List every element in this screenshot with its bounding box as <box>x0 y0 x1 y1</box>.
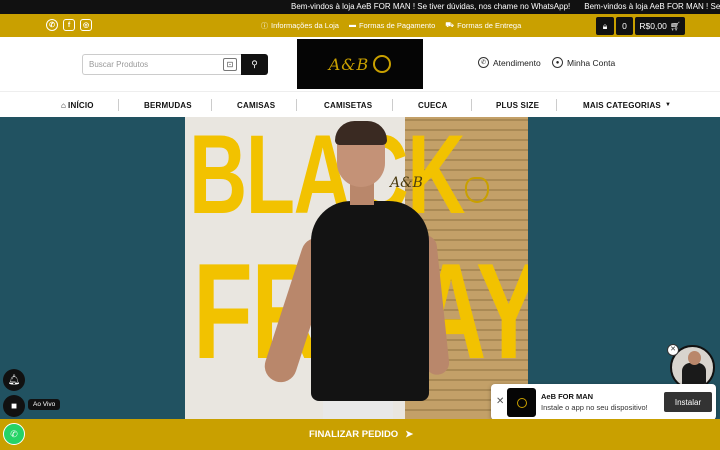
close-install-icon[interactable]: ✕ <box>496 396 504 407</box>
header: Buscar Produtos ⊡ ⚲ A&B ✆ Atendimento ● … <box>0 37 720 91</box>
hero-banner[interactable]: BLACK FRIDAY A&B <box>0 117 720 419</box>
minha-conta-label: Minha Conta <box>567 57 616 68</box>
announcement-text: Bem-vindos à loja AeB FOR MAN ! Se tiver… <box>291 2 571 11</box>
store-info-link[interactable]: ⓘ Informações da Loja <box>261 21 339 31</box>
cart-count: 0 <box>622 21 627 31</box>
search-form: Buscar Produtos ⊡ ⚲ <box>82 54 268 75</box>
delivery-methods-link[interactable]: ⛟ Formas de Entrega <box>445 21 521 30</box>
whatsapp-icon: ✆ <box>10 428 18 439</box>
nav-item-mais-categorias[interactable]: MAIS CATEGORIAS ▼ <box>583 92 671 118</box>
atendimento-label: Atendimento <box>493 57 541 68</box>
nav-item-plus-size[interactable]: PLUS SIZE <box>496 92 539 118</box>
lion-watermark-icon <box>465 177 489 203</box>
thumbnail-head <box>688 351 701 365</box>
cart-icon: 🛒︎ <box>669 20 681 31</box>
nav-item-bermudas[interactable]: BERMUDAS <box>144 92 192 118</box>
main-nav: ⌂ INÍCIO BERMUDAS CAMISAS CAMISETAS CUEC… <box>0 91 720 117</box>
delivery-methods-label: Formas de Entrega <box>457 21 522 30</box>
social-links: ✆ f ◎ <box>46 19 92 31</box>
nav-label-camisetas: CAMISETAS <box>324 100 373 110</box>
lock-icon: 🔒︎ <box>602 20 608 31</box>
nav-divider <box>392 99 393 111</box>
search-button[interactable]: ⚲ <box>241 54 268 75</box>
search-placeholder: Buscar Produtos <box>89 60 149 69</box>
cart-total: R$0,00 <box>639 21 667 31</box>
store-logo[interactable]: A&B <box>297 39 423 89</box>
nav-item-camisetas[interactable]: CAMISETAS <box>324 92 372 118</box>
finalize-order-button[interactable]: FINALIZAR PEDIDO ➤ <box>309 419 413 450</box>
banner-image[interactable]: BLACK FRIDAY A&B <box>185 117 528 419</box>
truck-icon: ⛟ <box>445 22 455 29</box>
user-icon: ● <box>552 57 563 68</box>
install-button[interactable]: Instalar <box>664 392 712 412</box>
nav-item-cueca[interactable]: CUECA <box>418 92 447 118</box>
announcement-bar: Bem-vindos à loja AeB FOR MAN ! Se tiver… <box>0 0 720 14</box>
nav-label-camisas: CAMISAS <box>237 100 276 110</box>
top-bar: ✆ f ◎ ⓘ Informações da Loja ▬ Formas de … <box>0 14 720 37</box>
search-input[interactable]: Buscar Produtos ⊡ <box>82 54 241 75</box>
notification-bell-button[interactable]: 🔔︎ <box>3 369 25 391</box>
install-app-name: AeB FOR MAN <box>541 392 594 401</box>
atendimento-link[interactable]: ✆ Atendimento <box>478 57 541 68</box>
nav-divider <box>211 99 212 111</box>
announcement-marquee: Bem-vindos à loja AeB FOR MAN ! Se tiver… <box>291 0 720 14</box>
nav-divider <box>296 99 297 111</box>
store-info-label: Informações da Loja <box>271 21 339 30</box>
instagram-icon[interactable]: ◎ <box>80 19 92 31</box>
nav-label-bermudas: BERMUDAS <box>144 100 192 110</box>
video-camera-icon: ■ <box>10 400 18 412</box>
model-shirt <box>311 201 429 401</box>
minha-conta-link[interactable]: ● Minha Conta <box>552 57 615 68</box>
banner-watermark: A&B <box>390 175 423 191</box>
install-app-description: Instale o app no seu dispositivo! <box>541 403 648 412</box>
live-label: Ao Vivo <box>28 399 61 410</box>
announcement-text-repeat: Bem-vindos à loja AeB FOR MAN ! Se tiver… <box>584 2 720 11</box>
card-icon: ▬ <box>348 22 356 29</box>
payment-methods-link[interactable]: ▬ Formas de Pagamento <box>349 21 435 30</box>
whatsapp-icon: ✆ <box>478 57 489 68</box>
nav-label-mais-categorias: MAIS CATEGORIAS <box>583 100 661 110</box>
close-thumbnail-icon[interactable]: ✕ <box>667 344 679 356</box>
nav-item-camisas[interactable]: CAMISAS <box>237 92 275 118</box>
caret-down-icon: ▼ <box>664 102 672 108</box>
nav-label-plus-size: PLUS SIZE <box>496 100 540 110</box>
cart-button[interactable]: R$0,00 🛒︎ <box>635 17 685 35</box>
nav-item-inicio[interactable]: ⌂ INÍCIO <box>61 92 94 118</box>
whatsapp-float-button[interactable]: ✆ <box>3 423 25 445</box>
live-video-button[interactable]: ■ <box>3 395 25 417</box>
nav-label-inicio: INÍCIO <box>68 100 94 110</box>
top-links: ⓘ Informações da Loja ▬ Formas de Pagame… <box>261 14 521 37</box>
lock-button[interactable]: 🔒︎ <box>596 17 614 35</box>
lion-logo-icon <box>373 55 392 73</box>
nav-divider <box>556 99 557 111</box>
home-icon: ⌂ <box>61 100 67 110</box>
app-icon <box>507 388 536 417</box>
nav-divider <box>471 99 472 111</box>
info-icon: ⓘ <box>261 22 268 30</box>
nav-label-cueca: CUECA <box>418 100 448 110</box>
model-hair <box>335 121 387 145</box>
finalize-order-bar[interactable]: FINALIZAR PEDIDO ➤ <box>0 419 720 450</box>
logo-text: A&B <box>328 54 370 74</box>
bell-icon: 🔔︎ <box>7 374 21 386</box>
send-icon: ➤ <box>405 429 414 440</box>
whatsapp-icon[interactable]: ✆ <box>46 19 58 31</box>
cart-count-badge[interactable]: 0 <box>616 17 633 35</box>
image-search-icon[interactable]: ⊡ <box>223 58 237 71</box>
search-icon: ⚲ <box>251 59 258 69</box>
finalize-order-label: FINALIZAR PEDIDO <box>309 429 399 440</box>
install-app-prompt: ✕ AeB FOR MAN Instale o app no seu dispo… <box>491 384 716 420</box>
nav-divider <box>118 99 119 111</box>
payment-methods-label: Formas de Pagamento <box>358 21 436 30</box>
lion-logo-icon <box>516 397 527 408</box>
facebook-icon[interactable]: f <box>63 19 75 31</box>
